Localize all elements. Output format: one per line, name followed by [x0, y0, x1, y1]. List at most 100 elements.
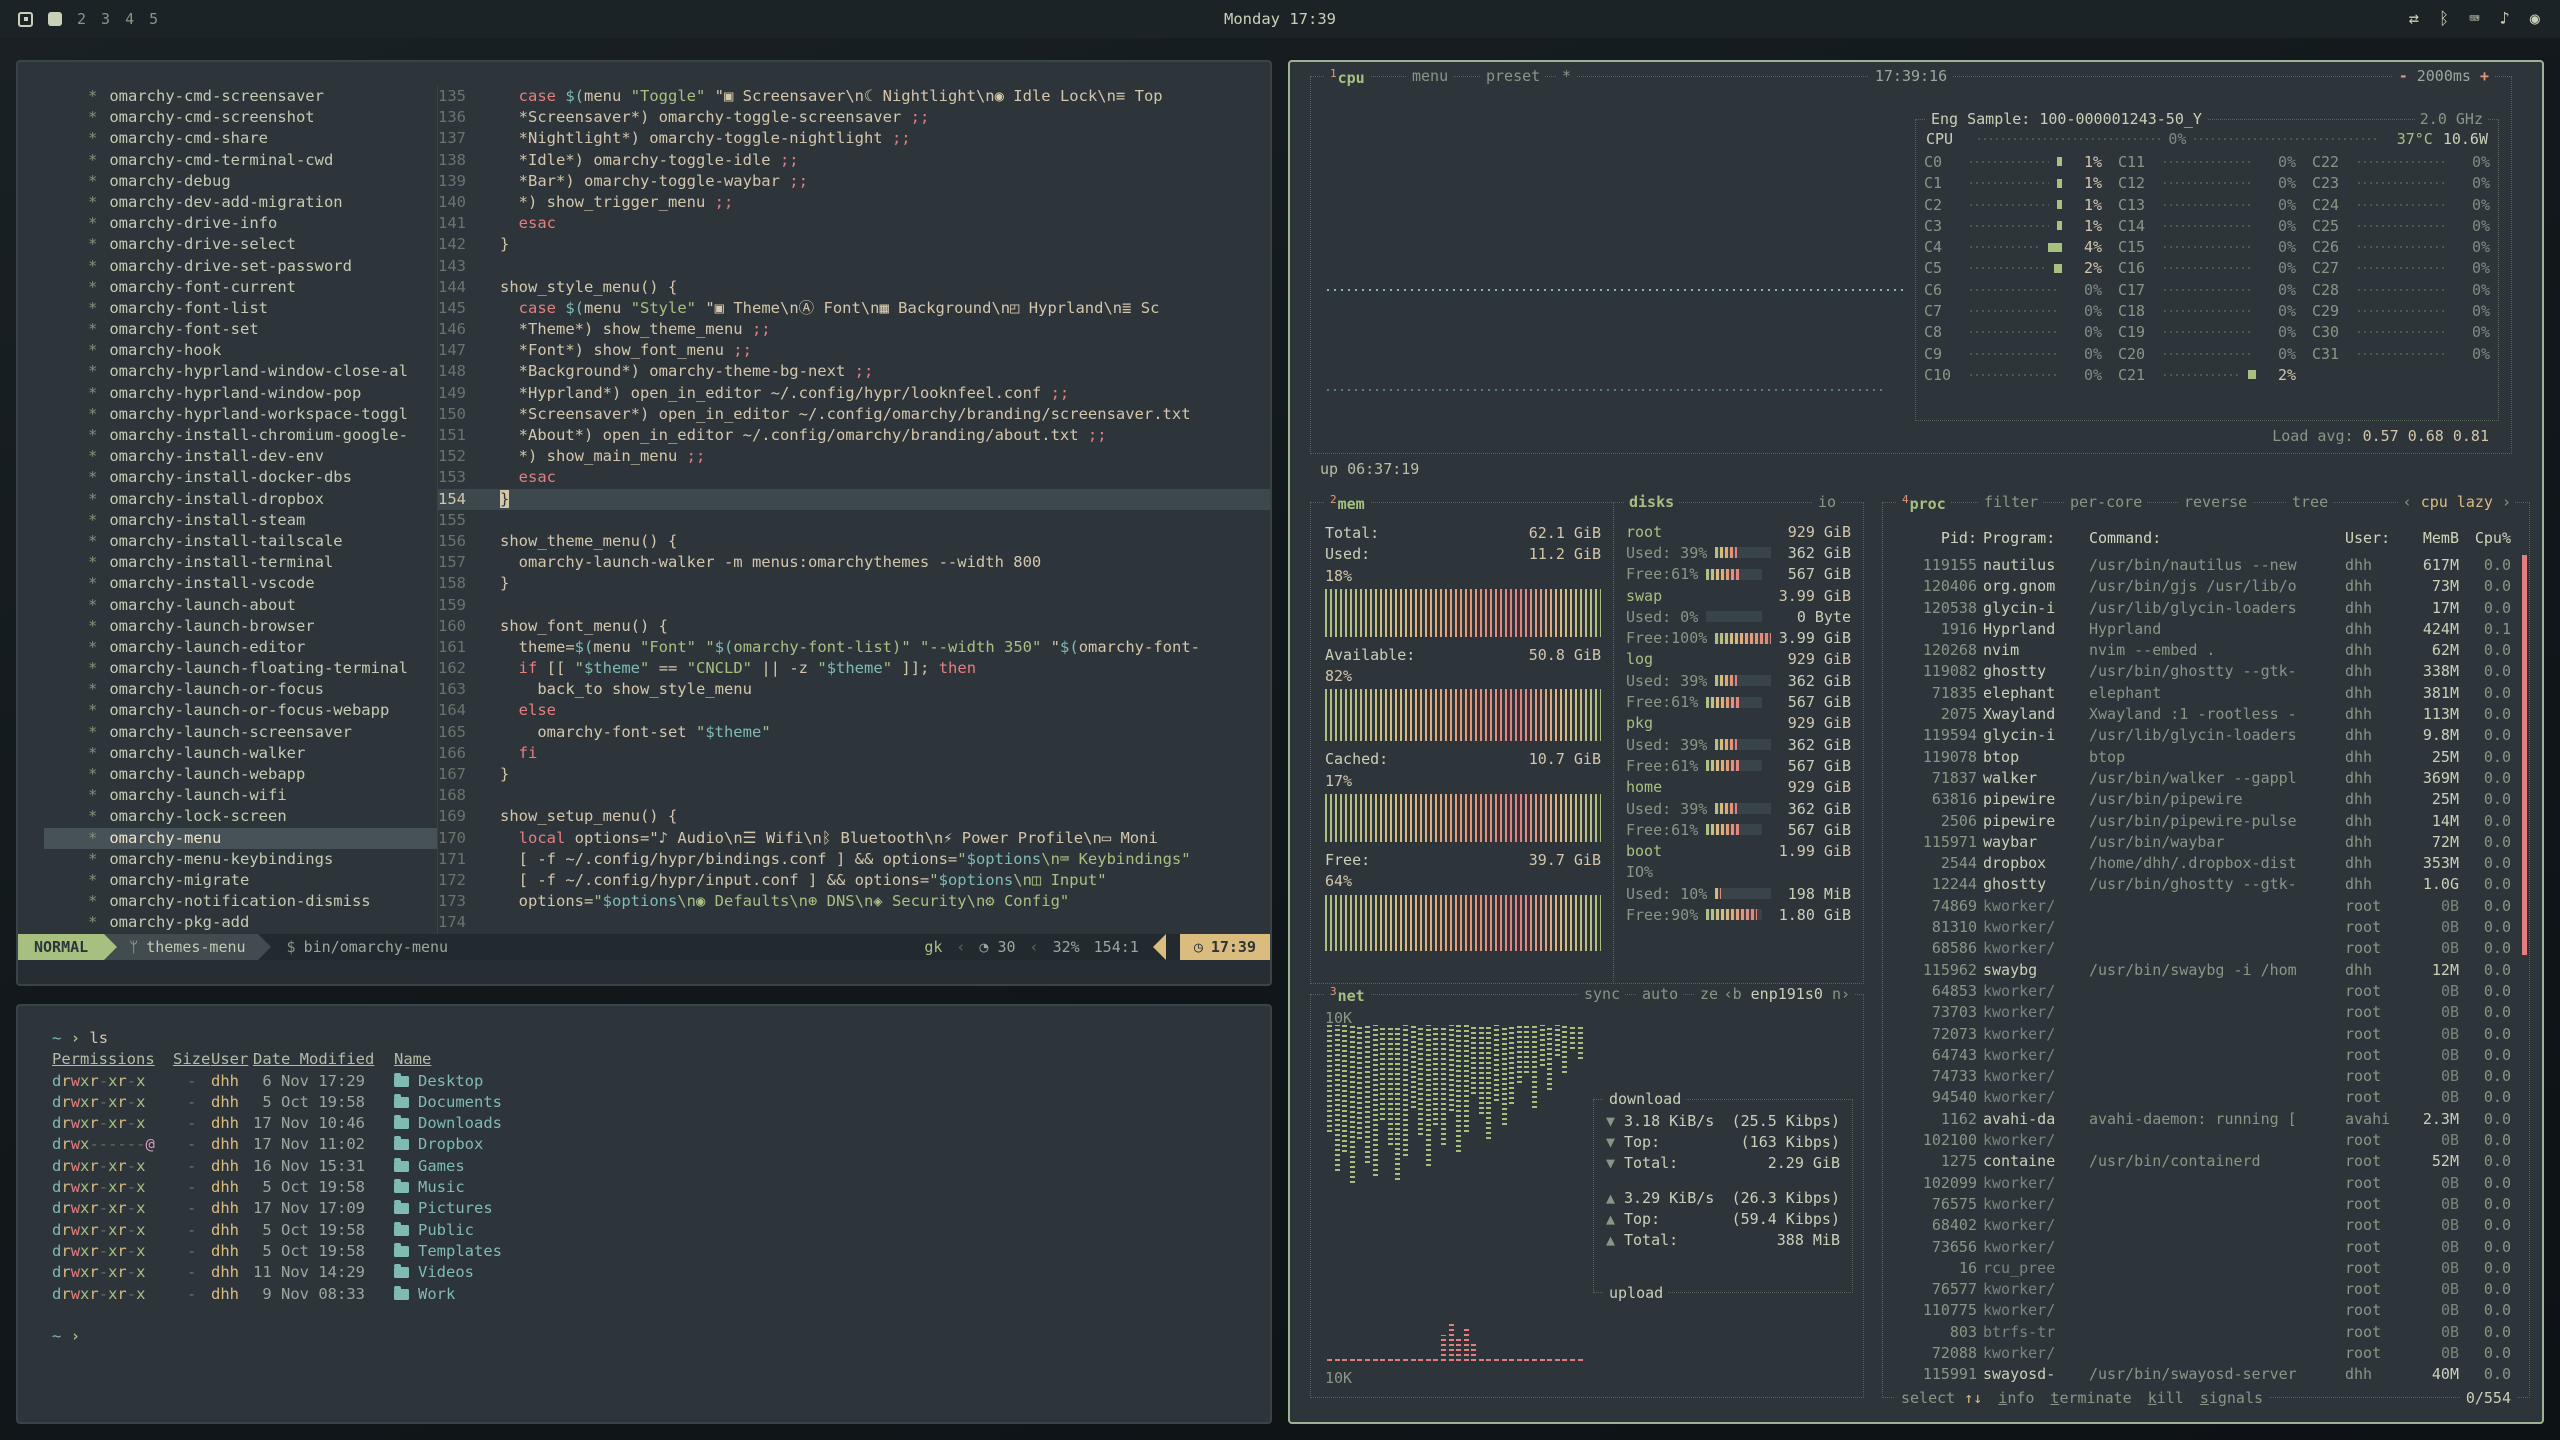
- mem-tab[interactable]: 2mem: [1325, 493, 1370, 513]
- btop-menu-button[interactable]: menu: [1407, 67, 1453, 85]
- proc-row[interactable]: 94540kworker/root0B0.0: [1883, 1087, 2529, 1108]
- code-line[interactable]: 148 *Background*) omarchy-theme-bg-next …: [438, 361, 1270, 382]
- proc-row[interactable]: 119078btopbtopdhh25M0.0: [1883, 747, 2529, 768]
- code-line[interactable]: 138 *Idle*) omarchy-toggle-idle ;;: [438, 150, 1270, 171]
- code-line[interactable]: 149 *Hyprland*) open_in_editor ~/.config…: [438, 383, 1270, 404]
- interval-decrease-button[interactable]: -: [2399, 67, 2408, 85]
- code-line[interactable]: 168: [438, 785, 1270, 806]
- file-item[interactable]: *omarchy-launch-browser: [88, 616, 437, 637]
- workspace-button[interactable]: 4: [125, 10, 134, 28]
- file-item[interactable]: *omarchy-launch-or-focus-webapp: [88, 700, 437, 721]
- proc-row[interactable]: 74869kworker/root0B0.0: [1883, 896, 2529, 917]
- code-line[interactable]: 171 [ -f ~/.config/hypr/bindings.conf ] …: [438, 849, 1270, 870]
- file-item[interactable]: *omarchy-cmd-screenshot: [88, 107, 437, 128]
- net-auto-button[interactable]: auto: [1637, 985, 1683, 1003]
- code-line[interactable]: 142}: [438, 234, 1270, 255]
- file-item[interactable]: *omarchy-launch-wifi: [88, 785, 437, 806]
- code-line[interactable]: 158}: [438, 573, 1270, 594]
- proc-row[interactable]: 1916HyprlandHyprlanddhh424M0.1: [1883, 619, 2529, 640]
- proc-row[interactable]: 1162avahi-daavahi-daemon: running [avahi…: [1883, 1109, 2529, 1130]
- code-line[interactable]: 135 case $(menu "Toggle" "▣ Screensaver\…: [438, 86, 1270, 107]
- code-line[interactable]: 136 *Screensaver*) omarchy-toggle-screen…: [438, 107, 1270, 128]
- proc-reverse-button[interactable]: reverse: [2179, 493, 2252, 511]
- file-item[interactable]: *omarchy-hyprland-workspace-toggl: [88, 404, 437, 425]
- proc-row[interactable]: 115962swaybg/usr/bin/swaybg -i /homdhh12…: [1883, 960, 2529, 981]
- io-tab[interactable]: io: [1813, 493, 1841, 511]
- net-sync-button[interactable]: sync: [1579, 985, 1625, 1003]
- code-line[interactable]: 146 *Theme*) show_theme_menu ;;: [438, 319, 1270, 340]
- power-icon[interactable]: ◉: [2530, 9, 2540, 29]
- clock[interactable]: Monday 17:39: [1224, 10, 1336, 28]
- file-item[interactable]: *omarchy-debug: [88, 171, 437, 192]
- file-item[interactable]: *omarchy-font-list: [88, 298, 437, 319]
- file-item[interactable]: *omarchy-install-vscode: [88, 573, 437, 594]
- code-line[interactable]: 150 *Screensaver*) open_in_editor ~/.con…: [438, 404, 1270, 425]
- proc-row[interactable]: 803btrfs-trroot0B0.0: [1883, 1322, 2529, 1343]
- proc-terminate-button[interactable]: terminate: [2050, 1389, 2131, 1407]
- file-item[interactable]: *omarchy-font-set: [88, 319, 437, 340]
- code-line[interactable]: 152 *) show_main_menu ;;: [438, 446, 1270, 467]
- code-line[interactable]: 159: [438, 595, 1270, 616]
- code-line[interactable]: 157 omarchy-launch-walker -m menus:omarc…: [438, 552, 1270, 573]
- code-line[interactable]: 165 omarchy-font-set "$theme": [438, 722, 1270, 743]
- proc-row[interactable]: 115991swayosd-/usr/bin/swayosd-serverdhh…: [1883, 1364, 2529, 1385]
- screencast-icon[interactable]: ⇄: [2409, 9, 2419, 29]
- volume-icon[interactable]: ♪: [2500, 9, 2510, 29]
- file-item[interactable]: *omarchy-install-tailscale: [88, 531, 437, 552]
- workspace-active-indicator[interactable]: [48, 12, 62, 26]
- proc-row[interactable]: 81310kworker/root0B0.0: [1883, 917, 2529, 938]
- proc-row[interactable]: 68402kworker/root0B0.0: [1883, 1215, 2529, 1236]
- proc-tab[interactable]: 4proc: [1897, 493, 1951, 513]
- proc-signals-button[interactable]: signals: [2200, 1389, 2263, 1407]
- proc-row[interactable]: 119594glycin-i/usr/lib/glycin-loadersdhh…: [1883, 725, 2529, 746]
- file-item[interactable]: *omarchy-launch-editor: [88, 637, 437, 658]
- proc-tree-button[interactable]: tree: [2287, 493, 2333, 511]
- proc-select-label[interactable]: select ↑↓: [1901, 1389, 1982, 1407]
- file-item[interactable]: *omarchy-menu: [44, 828, 437, 849]
- file-item[interactable]: *omarchy-cmd-share: [88, 128, 437, 149]
- code-line[interactable]: 173 options="$options\n◉ Defaults\n⊕ DNS…: [438, 891, 1270, 912]
- file-item[interactable]: *omarchy-notification-dismiss: [88, 891, 437, 912]
- bluetooth-icon[interactable]: ᛒ: [2439, 9, 2449, 29]
- code-line[interactable]: 167}: [438, 764, 1270, 785]
- code-line[interactable]: 151 *About*) open_in_editor ~/.config/om…: [438, 425, 1270, 446]
- keyboard-icon[interactable]: ⌨: [2469, 9, 2479, 29]
- file-item[interactable]: *omarchy-launch-screensaver: [88, 722, 437, 743]
- proc-row[interactable]: 1275containe/usr/bin/containerdroot52M0.…: [1883, 1151, 2529, 1172]
- btop-preset-button[interactable]: preset: [1481, 67, 1545, 85]
- code-line[interactable]: 143: [438, 256, 1270, 277]
- proc-row[interactable]: 68586kworker/root0B0.0: [1883, 938, 2529, 959]
- proc-info-button[interactable]: info: [1998, 1389, 2034, 1407]
- proc-scrollbar[interactable]: [2522, 555, 2527, 955]
- command-line[interactable]: [18, 960, 1270, 984]
- code-line[interactable]: 153 esac: [438, 467, 1270, 488]
- proc-row[interactable]: 119082ghostty/usr/bin/ghostty --gtk-dhh3…: [1883, 661, 2529, 682]
- proc-row[interactable]: 120406org.gnom/usr/bin/gjs /usr/lib/odhh…: [1883, 576, 2529, 597]
- proc-sort-control[interactable]: ‹ cpu lazy ›: [2399, 493, 2515, 511]
- proc-row[interactable]: 71837walker/usr/bin/walker --gappldhh369…: [1883, 768, 2529, 789]
- file-item[interactable]: *omarchy-hook: [88, 340, 437, 361]
- file-item[interactable]: *omarchy-menu-keybindings: [88, 849, 437, 870]
- file-item[interactable]: *omarchy-install-chromium-google-: [88, 425, 437, 446]
- code-line[interactable]: 147 *Font*) show_font_menu ;;: [438, 340, 1270, 361]
- file-item[interactable]: *omarchy-launch-webapp: [88, 764, 437, 785]
- file-item[interactable]: *omarchy-cmd-screensaver: [88, 86, 437, 107]
- proc-row[interactable]: 72073kworker/root0B0.0: [1883, 1024, 2529, 1045]
- file-item[interactable]: *omarchy-lock-screen: [88, 806, 437, 827]
- proc-row[interactable]: 12244ghostty/usr/bin/ghostty --gtk-dhh1.…: [1883, 874, 2529, 895]
- proc-row[interactable]: 74733kworker/root0B0.0: [1883, 1066, 2529, 1087]
- proc-row[interactable]: 2075XwaylandXwayland :1 -rootless -dhh11…: [1883, 704, 2529, 725]
- proc-row[interactable]: 102099kworker/root0B0.0: [1883, 1173, 2529, 1194]
- file-item[interactable]: *omarchy-migrate: [88, 870, 437, 891]
- file-item[interactable]: *omarchy-font-current: [88, 277, 437, 298]
- proc-row[interactable]: 64853kworker/root0B0.0: [1883, 981, 2529, 1002]
- proc-kill-button[interactable]: kill: [2148, 1389, 2184, 1407]
- code-line[interactable]: 141 esac: [438, 213, 1270, 234]
- code-line[interactable]: 156show_theme_menu() {: [438, 531, 1270, 552]
- file-item[interactable]: *omarchy-drive-set-password: [88, 256, 437, 277]
- code-line[interactable]: 160show_font_menu() {: [438, 616, 1270, 637]
- file-item[interactable]: *omarchy-launch-floating-terminal: [88, 658, 437, 679]
- file-item[interactable]: *omarchy-drive-select: [88, 234, 437, 255]
- file-item[interactable]: *omarchy-install-steam: [88, 510, 437, 531]
- cpu-tab[interactable]: 1cpu: [1325, 67, 1370, 87]
